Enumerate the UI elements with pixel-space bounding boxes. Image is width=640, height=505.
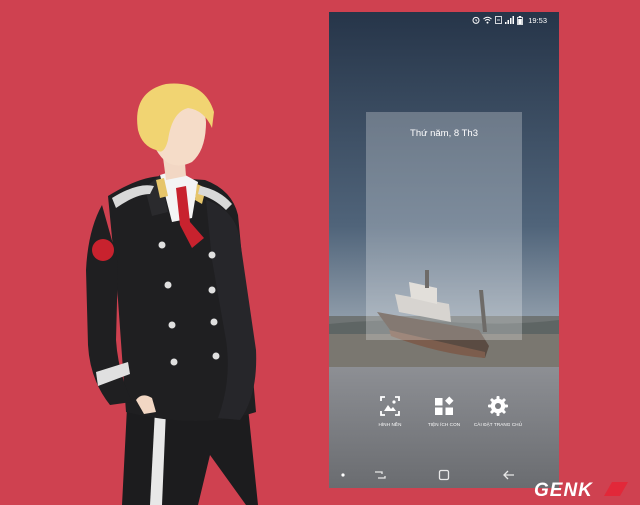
status-time: 19:53 — [528, 15, 547, 25]
widgets-icon — [435, 396, 454, 415]
home-button[interactable] — [436, 467, 452, 483]
data-icon — [495, 16, 503, 24]
home-settings-option[interactable]: CÀI ĐẶT TRANG CHỦ — [463, 395, 533, 427]
battery-icon — [517, 15, 524, 25]
gear-icon — [488, 396, 508, 416]
wifi-icon — [483, 16, 493, 24]
uniformed-man-illustration — [86, 83, 258, 505]
signal-icon — [505, 16, 515, 24]
back-button[interactable] — [501, 467, 517, 483]
genk-logo-text: GENK — [534, 480, 593, 500]
alarm-icon — [472, 16, 480, 24]
status-bar: 19:53 — [329, 12, 559, 28]
logo-accent-icon — [604, 482, 628, 496]
home-screen-preview[interactable]: Thứ năm, 8 Th3 — [366, 112, 522, 340]
phone-screen: 19:53 Thứ năm, 8 Th3 HÌNH NỀN TIỆN ÍCH C… — [329, 12, 559, 488]
back-icon — [503, 470, 514, 480]
genk-logo: GENK — [534, 480, 628, 500]
home-settings-option-label: CÀI ĐẶT TRANG CHỦ — [473, 422, 523, 427]
preview-date: Thứ năm, 8 Th3 — [410, 128, 478, 139]
wallpaper-icon — [380, 396, 400, 416]
recent-apps-button[interactable] — [372, 467, 388, 483]
recent-apps-icon — [375, 471, 386, 479]
page-indicator-dot — [341, 473, 345, 477]
navigation-bar — [329, 462, 559, 488]
home-icon — [438, 469, 450, 481]
